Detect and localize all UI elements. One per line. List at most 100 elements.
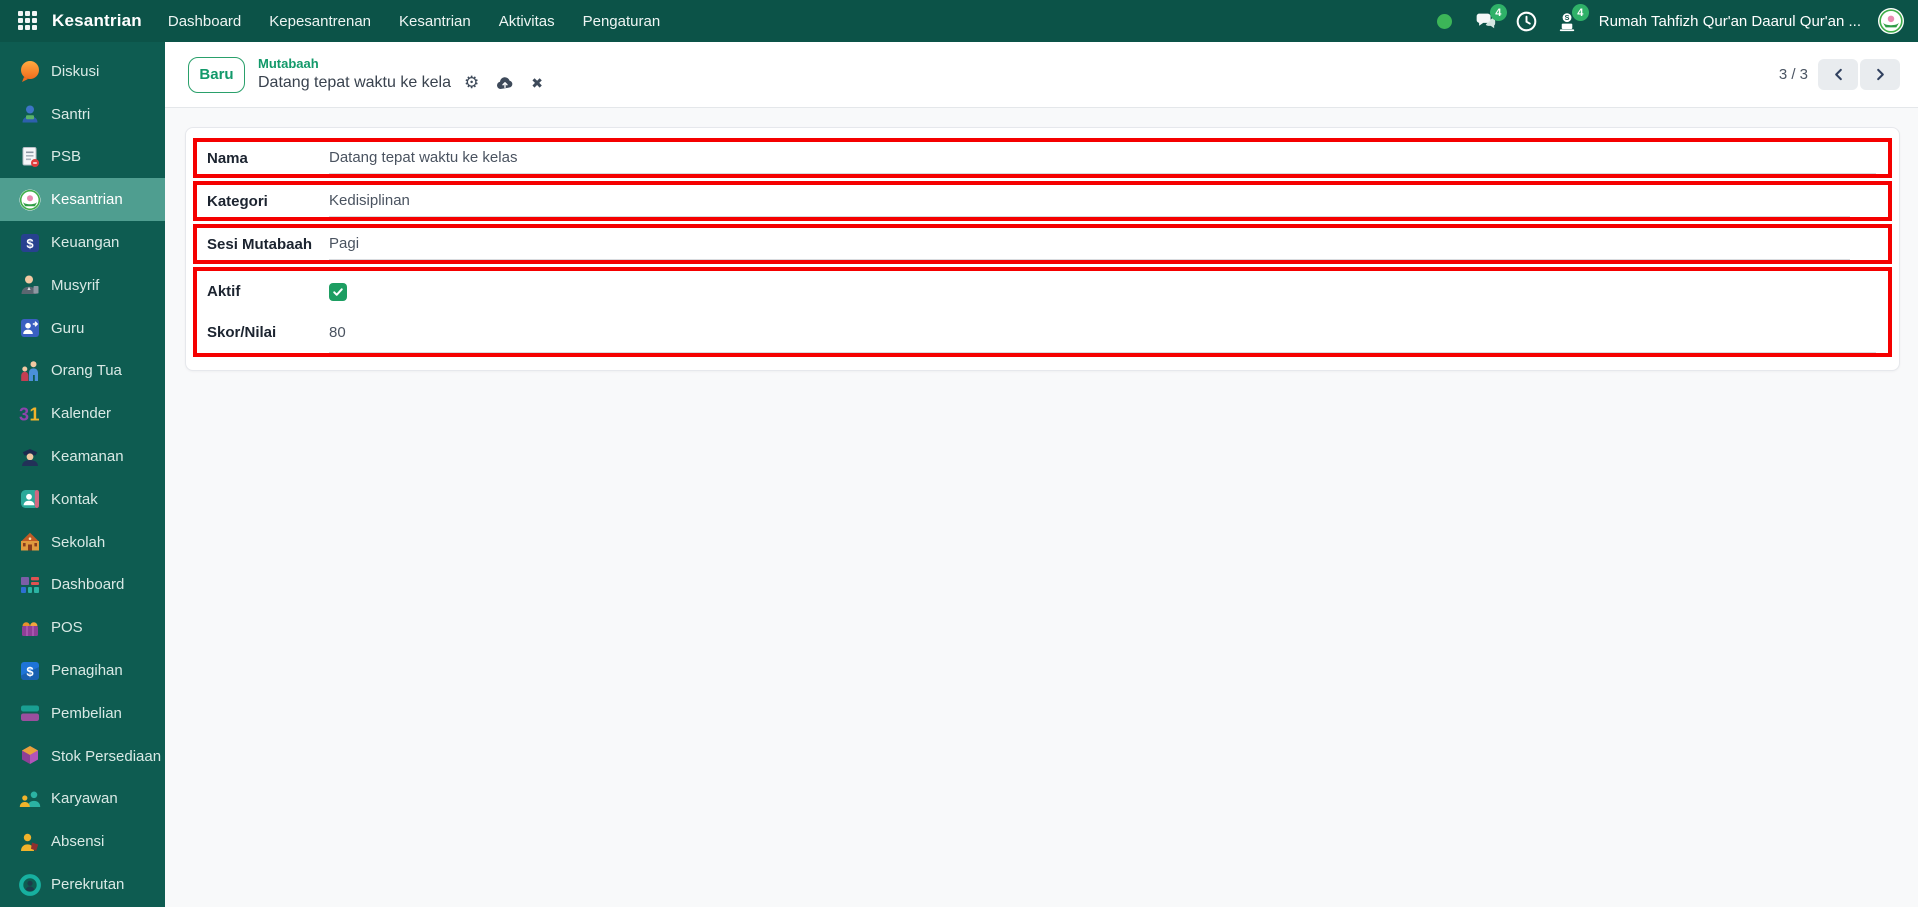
chevron-left-icon [1834,68,1842,81]
sidebar-item-label: Absensi [51,833,105,851]
sidebar-item-keamanan[interactable]: Keamanan [0,435,165,478]
field-label-sesi-mutabaah: Sesi Mutabaah [207,235,313,253]
apps-grid-icon[interactable] [18,11,38,31]
santri-app-icon [18,102,42,126]
field-label-aktif: Aktif [207,283,241,300]
keuangan-app-icon: $ [18,231,42,255]
sidebar-item-label: Keuangan [51,234,120,252]
nama-input[interactable]: Datang tepat waktu ke kelas [329,142,1876,174]
sidebar-item-label: PSB [51,148,82,166]
sidebar-item-psb[interactable]: PSB [0,136,165,179]
sidebar-item-label: Penagihan [51,662,123,680]
sidebar-item-santri[interactable]: Santri [0,93,165,136]
keamanan-app-icon [18,445,42,469]
pager-next-button[interactable] [1860,59,1900,90]
annotation-box-kategori: Kategori Kedisiplinan [193,181,1892,221]
kesantrian-app-icon [18,188,42,212]
chat-icon[interactable]: 4 [1474,4,1507,33]
breadcrumb-parent-link[interactable]: Mutabaah [258,56,543,72]
field-label-skor-nilai: Skor/Nilai [207,324,277,341]
menu-item-kesantrian[interactable]: Kesantrian [399,13,471,30]
sidebar-item-musyrif[interactable]: Musyrif [0,264,165,307]
livechat-icon[interactable]: S 4 [1556,4,1589,33]
field-row-aktif: Aktif [197,271,1888,312]
penagihan-app-icon: $ [18,659,42,683]
top-navbar: Kesantrian Dashboard Kepesantrenan Kesantr… [0,0,1918,42]
form-sheet: Nama Datang tepat waktu ke kelas Kategor… [185,127,1900,371]
sidebar-item-label: Kesantrian [51,191,123,209]
field-row-nama: Nama Datang tepat waktu ke kelas [197,142,1888,174]
sidebar-item-label: Karyawan [51,790,118,808]
orang-tua-app-icon [18,359,42,383]
livechat-badge: 4 [1571,4,1589,21]
breadcrumb-title: Datang tepat waktu ke kela [258,73,452,91]
absensi-app-icon [18,830,42,854]
sidebar-item-orang-tua[interactable]: Orang Tua [0,350,165,393]
field-label-kategori: Kategori [207,192,268,210]
sidebar-item-dashboard[interactable]: Dashboard [0,564,165,607]
sidebar-item-pembelian[interactable]: Pembelian [0,692,165,735]
sidebar-item-label: POS [51,619,83,637]
svg-text:1: 1 [29,404,39,424]
menu-item-dashboard[interactable]: Dashboard [168,13,241,30]
svg-text:3: 3 [19,404,29,424]
sidebar-item-diskusi[interactable]: Diskusi [0,50,165,93]
musyrif-app-icon [18,273,42,297]
company-logo-icon [1878,8,1904,34]
sidebar-item-sekolah[interactable]: Sekolah [0,521,165,564]
company-avatar[interactable] [1878,8,1904,34]
sidebar-item-label: Pembelian [51,704,122,722]
sidebar-item-label: Santri [51,105,91,123]
kontak-app-icon [18,487,42,511]
sidebar-item-penagihan[interactable]: $ Penagihan [0,649,165,692]
field-row-skor-nilai: Skor/Nilai 80 [197,312,1888,353]
app-brand[interactable]: Kesantrian [52,11,142,31]
svg-text:S: S [1565,14,1570,22]
menu-item-aktivitas[interactable]: Aktivitas [499,13,555,30]
pager-previous-button[interactable] [1818,59,1858,90]
sidebar-item-kontak[interactable]: Kontak [0,478,165,521]
sidebar-item-stok-persediaan[interactable]: Stok Persediaan [0,735,165,778]
sekolah-app-icon [18,530,42,554]
sidebar-item-label: Stok Persediaan [51,747,162,765]
new-record-button[interactable]: Baru [188,56,245,93]
guru-app-icon [18,316,42,340]
sidebar-item-kalender[interactable]: 3 1 Kalender [0,392,165,435]
annotation-box-aktif-skor: Aktif Skor/Nilai 80 [193,267,1892,357]
sidebar-item-keuangan[interactable]: $ Keuangan [0,221,165,264]
check-icon [333,287,343,296]
aktif-checkbox[interactable] [329,282,347,301]
annotation-box-sesi-mutabaah: Sesi Mutabaah Pagi [193,224,1892,264]
sidebar-item-karyawan[interactable]: Karyawan [0,778,165,821]
annotation-box-nama: Nama Datang tepat waktu ke kelas [193,138,1892,178]
unsaved-indicator: ⚙ ✖ [464,74,543,91]
field-row-sesi-mutabaah: Sesi Mutabaah Pagi [197,228,1888,260]
menu-item-kepesantrenan[interactable]: Kepesantrenan [269,13,371,30]
status-dot[interactable] [1433,9,1457,33]
menu-item-pengaturan[interactable]: Pengaturan [583,13,661,30]
company-name[interactable]: Rumah Tahfizh Qur'an Daarul Qur'an ... [1599,13,1861,30]
sidebar-item-absensi[interactable]: Absensi [0,820,165,863]
sidebar-item-label: Dashboard [51,576,125,594]
psb-app-icon [18,145,42,169]
svg-text:$: $ [26,236,34,251]
kategori-input[interactable]: Kedisiplinan [329,185,1850,217]
sidebar-item-guru[interactable]: Guru [0,307,165,350]
sesi-mutabaah-input[interactable]: Pagi [329,228,1850,260]
discard-x-icon[interactable]: ✖ [531,76,543,90]
main-content: Baru Mutabaah Datang tepat waktu ke kela… [165,42,1918,907]
skor-nilai-input[interactable]: 80 [329,312,1876,353]
sidebar-item-kesantrian[interactable]: Kesantrian [0,178,165,222]
sidebar-item-label: Diskusi [51,62,100,80]
perekrutan-app-icon [18,873,42,897]
sidebar-item-label: Keamanan [51,448,124,466]
sidebar-item-perekrutan[interactable]: Perekrutan [0,863,165,906]
diskusi-app-icon [18,59,42,83]
sidebar: Diskusi Santri PSB Kesantrian $ Keuangan Musyr… [0,42,165,907]
cloud-upload-icon[interactable] [495,75,515,91]
systray: 4 S 4 Rumah Tahfizh Qur'an Daarul Qur'an… [1433,4,1904,34]
sidebar-item-pos[interactable]: POS [0,606,165,649]
sidebar-item-label: Guru [51,319,85,337]
clock-icon[interactable] [1515,9,1539,33]
gear-icon[interactable]: ⚙ [464,74,479,91]
